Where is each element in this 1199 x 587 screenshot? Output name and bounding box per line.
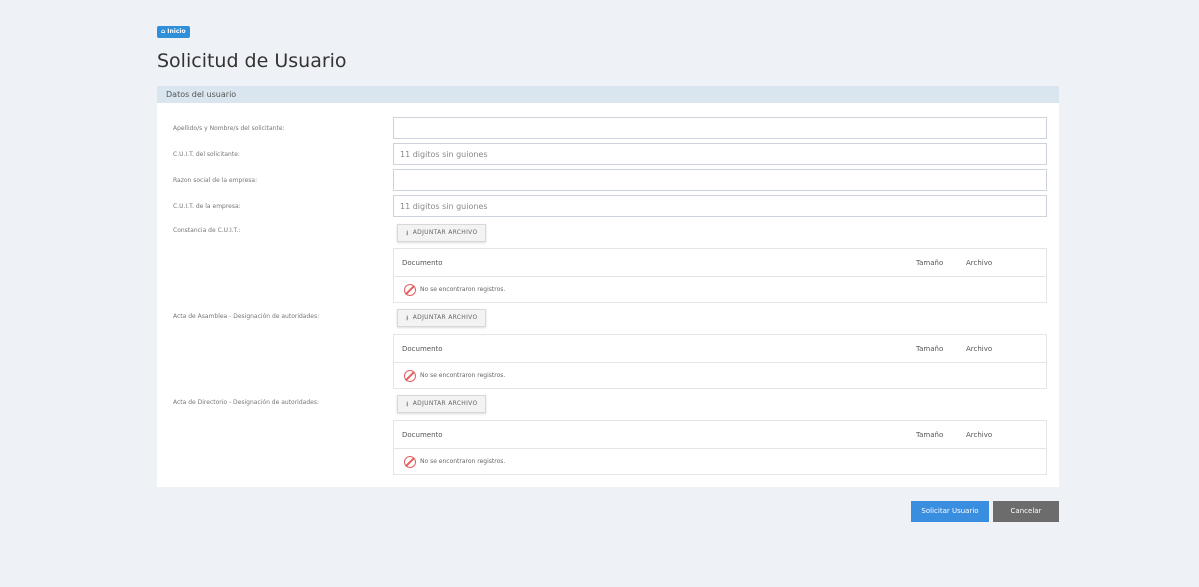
applicant-name-label: Apellido/s y Nombre/s del solicitante: [173,125,285,132]
cancel-button[interactable]: Cancelar [993,501,1059,522]
applicant-cuit-input[interactable] [393,143,1047,165]
column-tamano: Tamaño [916,259,944,267]
request-user-button[interactable]: Solicitar Usuario [911,501,989,522]
attach-file-button[interactable]: ⭳ ADJUNTAR ARCHIVO [397,224,487,242]
attach-button-label: ADJUNTAR ARCHIVO [412,400,478,407]
board-act-label: Acta de Directorio - Designación de auto… [173,399,319,406]
applicant-name-input[interactable] [393,117,1047,139]
no-records-icon [404,370,416,382]
table-header: Documento Tamaño Archivo [394,335,1046,363]
empty-row: No se encontraron registros. [394,363,1046,389]
upload-icon: ⭳ [406,314,409,322]
breadcrumb-label: Inicio [167,28,186,35]
attach-file-button[interactable]: ⭳ ADJUNTAR ARCHIVO [397,309,487,327]
cuit-certificate-label: Constancia de C.U.I.T.: [173,227,241,234]
upload-icon: ⭳ [406,400,409,408]
attach-button-label: ADJUNTAR ARCHIVO [412,314,478,321]
company-cuit-input[interactable] [393,195,1047,217]
applicant-cuit-label: C.U.I.T. del solicitante: [173,151,240,158]
column-documento: Documento [402,345,443,353]
empty-message: No se encontraron registros. [420,372,506,379]
card-header: Datos del usuario [157,86,1059,103]
column-documento: Documento [402,431,443,439]
table-header: Documento Tamaño Archivo [394,421,1046,449]
documents-table: Documento Tamaño Archivo No se encontrar… [393,334,1047,389]
page-title: Solicitud de Usuario [157,50,347,72]
documents-table: Documento Tamaño Archivo No se encontrar… [393,420,1047,475]
company-cuit-label: C.U.I.T. de la empresa: [173,203,241,210]
column-tamano: Tamaño [916,345,944,353]
attach-button-label: ADJUNTAR ARCHIVO [412,229,478,236]
column-archivo: Archivo [966,259,993,267]
no-records-icon [404,456,416,468]
table-header: Documento Tamaño Archivo [394,249,1046,277]
breadcrumb-home[interactable]: ⌂ Inicio [157,26,190,38]
company-name-label: Razon social de la empresa: [173,177,258,184]
company-name-input[interactable] [393,169,1047,191]
home-icon: ⌂ [161,28,166,35]
upload-icon: ⭳ [406,229,409,237]
column-archivo: Archivo [966,345,993,353]
empty-message: No se encontraron registros. [420,286,506,293]
empty-message: No se encontraron registros. [420,458,506,465]
no-records-icon [404,284,416,296]
user-data-card: Datos del usuario Apellido/s y Nombre/s … [157,86,1059,487]
empty-row: No se encontraron registros. [394,277,1046,303]
column-archivo: Archivo [966,431,993,439]
attach-file-button[interactable]: ⭳ ADJUNTAR ARCHIVO [397,395,487,413]
assembly-act-label: Acta de Asamblea - Designación de autori… [173,313,320,320]
empty-row: No se encontraron registros. [394,449,1046,475]
documents-table: Documento Tamaño Archivo No se encontrar… [393,248,1047,303]
column-tamano: Tamaño [916,431,944,439]
column-documento: Documento [402,259,443,267]
